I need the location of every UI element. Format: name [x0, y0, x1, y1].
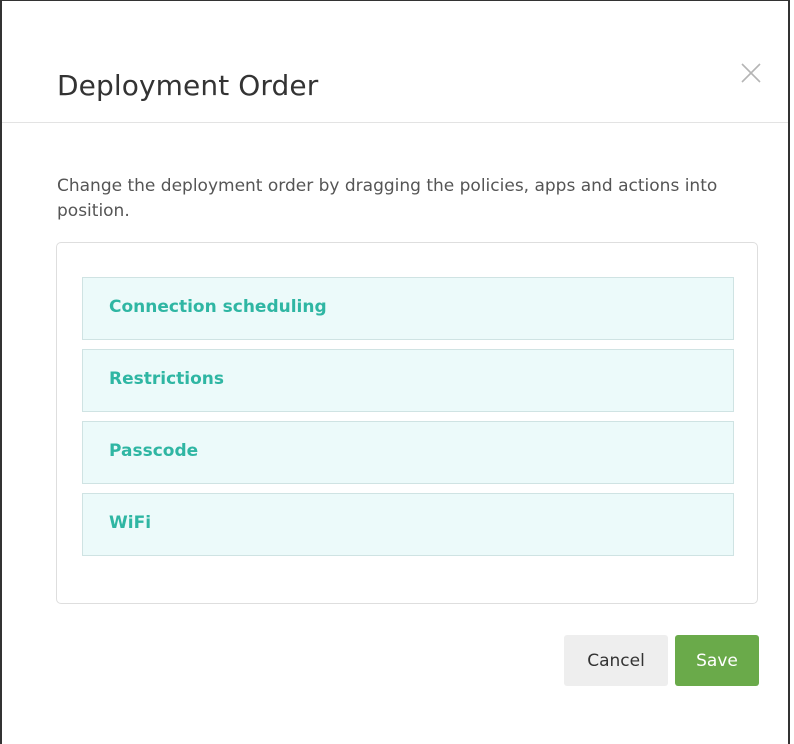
list-item-wifi[interactable]: WiFi [82, 493, 734, 556]
deployment-order-list: Connection scheduling Restrictions Passc… [56, 242, 758, 604]
list-item-connection-scheduling[interactable]: Connection scheduling [82, 277, 734, 340]
close-icon[interactable] [739, 61, 763, 85]
dialog-header: Deployment Order [2, 1, 788, 123]
list-item-label: Connection scheduling [109, 297, 327, 317]
save-button[interactable]: Save [675, 635, 759, 686]
list-item-label: WiFi [109, 513, 152, 533]
dialog-description: Change the deployment order by dragging … [57, 176, 718, 221]
cancel-button[interactable]: Cancel [564, 635, 668, 686]
list-item-label: Passcode [109, 441, 199, 461]
deployment-order-dialog: Deployment Order Change the deployment o… [0, 0, 790, 744]
list-item-label: Restrictions [109, 369, 225, 389]
dialog-title: Deployment Order [57, 69, 319, 102]
list-item-passcode[interactable]: Passcode [82, 421, 734, 484]
list-item-restrictions[interactable]: Restrictions [82, 349, 734, 412]
